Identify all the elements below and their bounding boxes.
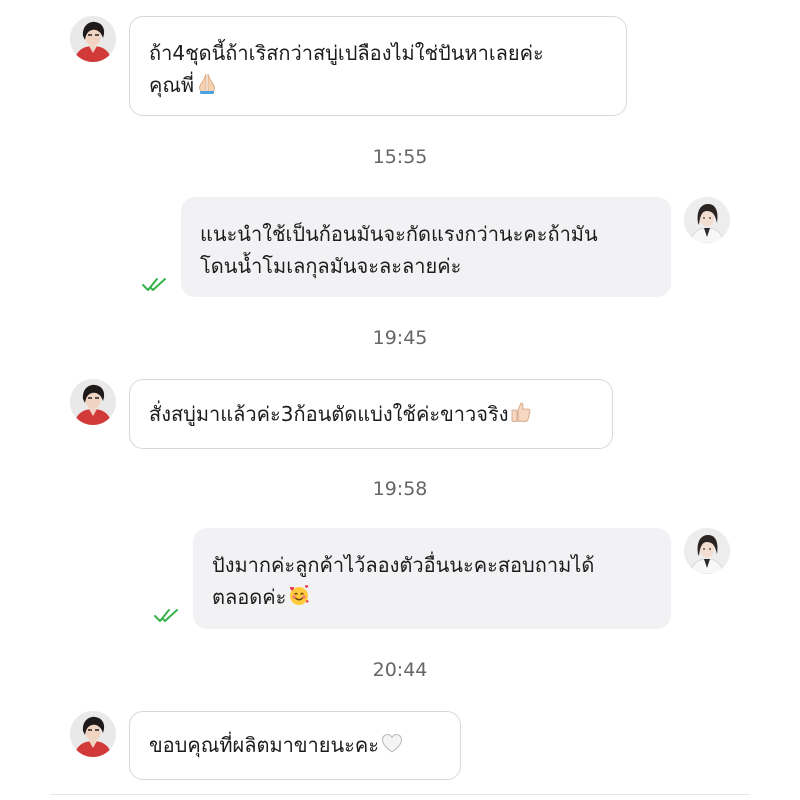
white-heart-icon <box>380 731 404 755</box>
customer-avatar[interactable] <box>70 379 116 425</box>
incoming-message-bubble[interactable]: ขอบคุณที่ผลิตมาขายนะคะ <box>129 711 461 780</box>
timestamp: 19:45 <box>372 327 428 349</box>
message-text: ตลอดค่ะ <box>212 585 287 609</box>
incoming-message-bubble[interactable]: ถ้า4ชุดนี้ถ้าเริสกว่าสบู่เปลืองไม่ใช่ปัน… <box>129 16 627 116</box>
read-receipt-icon <box>141 276 169 294</box>
read-receipt-icon <box>153 607 181 625</box>
customer-avatar[interactable] <box>70 711 116 757</box>
message-text: ถ้า4ชุดนี้ถ้าเริสกว่าสบู่เปลืองไม่ใช่ปัน… <box>149 41 544 65</box>
divider <box>50 794 750 795</box>
message-text: ขอบคุณที่ผลิตมาขายนะคะ <box>149 733 380 757</box>
seller-avatar[interactable] <box>684 528 730 574</box>
message-text: โดนน้ำโมเลกุลมันจะละลายค่ะ <box>200 254 462 278</box>
thumbs-up-icon <box>509 400 533 424</box>
seller-avatar[interactable] <box>684 197 730 243</box>
timestamp: 20:44 <box>372 659 428 681</box>
message-text: คุณพี่ <box>149 73 195 97</box>
chat-thread: ถ้า4ชุดนี้ถ้าเริสกว่าสบู่เปลืองไม่ใช่ปัน… <box>0 0 800 800</box>
timestamp: 15:55 <box>372 146 428 168</box>
incoming-message-bubble[interactable]: สั่งสบู่มาแล้วค่ะ3ก้อนตัดแบ่งใช้ค่ะขาวจร… <box>129 379 613 449</box>
outgoing-message-bubble[interactable]: ปังมากค่ะลูกค้าไว้ลองตัวอื่นนะคะสอบถามได… <box>193 528 671 629</box>
outgoing-message-bubble[interactable]: แนะนำใช้เป็นก้อนมันจะกัดแรงกว่านะคะถ้ามั… <box>181 197 671 297</box>
message-text: สั่งสบู่มาแล้วค่ะ3ก้อนตัดแบ่งใช้ค่ะขาวจร… <box>149 402 509 426</box>
message-text: ปังมากค่ะลูกค้าไว้ลองตัวอื่นนะคะสอบถามได… <box>212 553 595 577</box>
folded-hands-icon <box>195 71 219 95</box>
customer-avatar[interactable] <box>70 16 116 62</box>
timestamp: 19:58 <box>372 478 428 500</box>
smiling-face-with-hearts-icon <box>287 583 311 607</box>
message-text: แนะนำใช้เป็นก้อนมันจะกัดแรงกว่านะคะถ้ามั… <box>200 222 598 246</box>
